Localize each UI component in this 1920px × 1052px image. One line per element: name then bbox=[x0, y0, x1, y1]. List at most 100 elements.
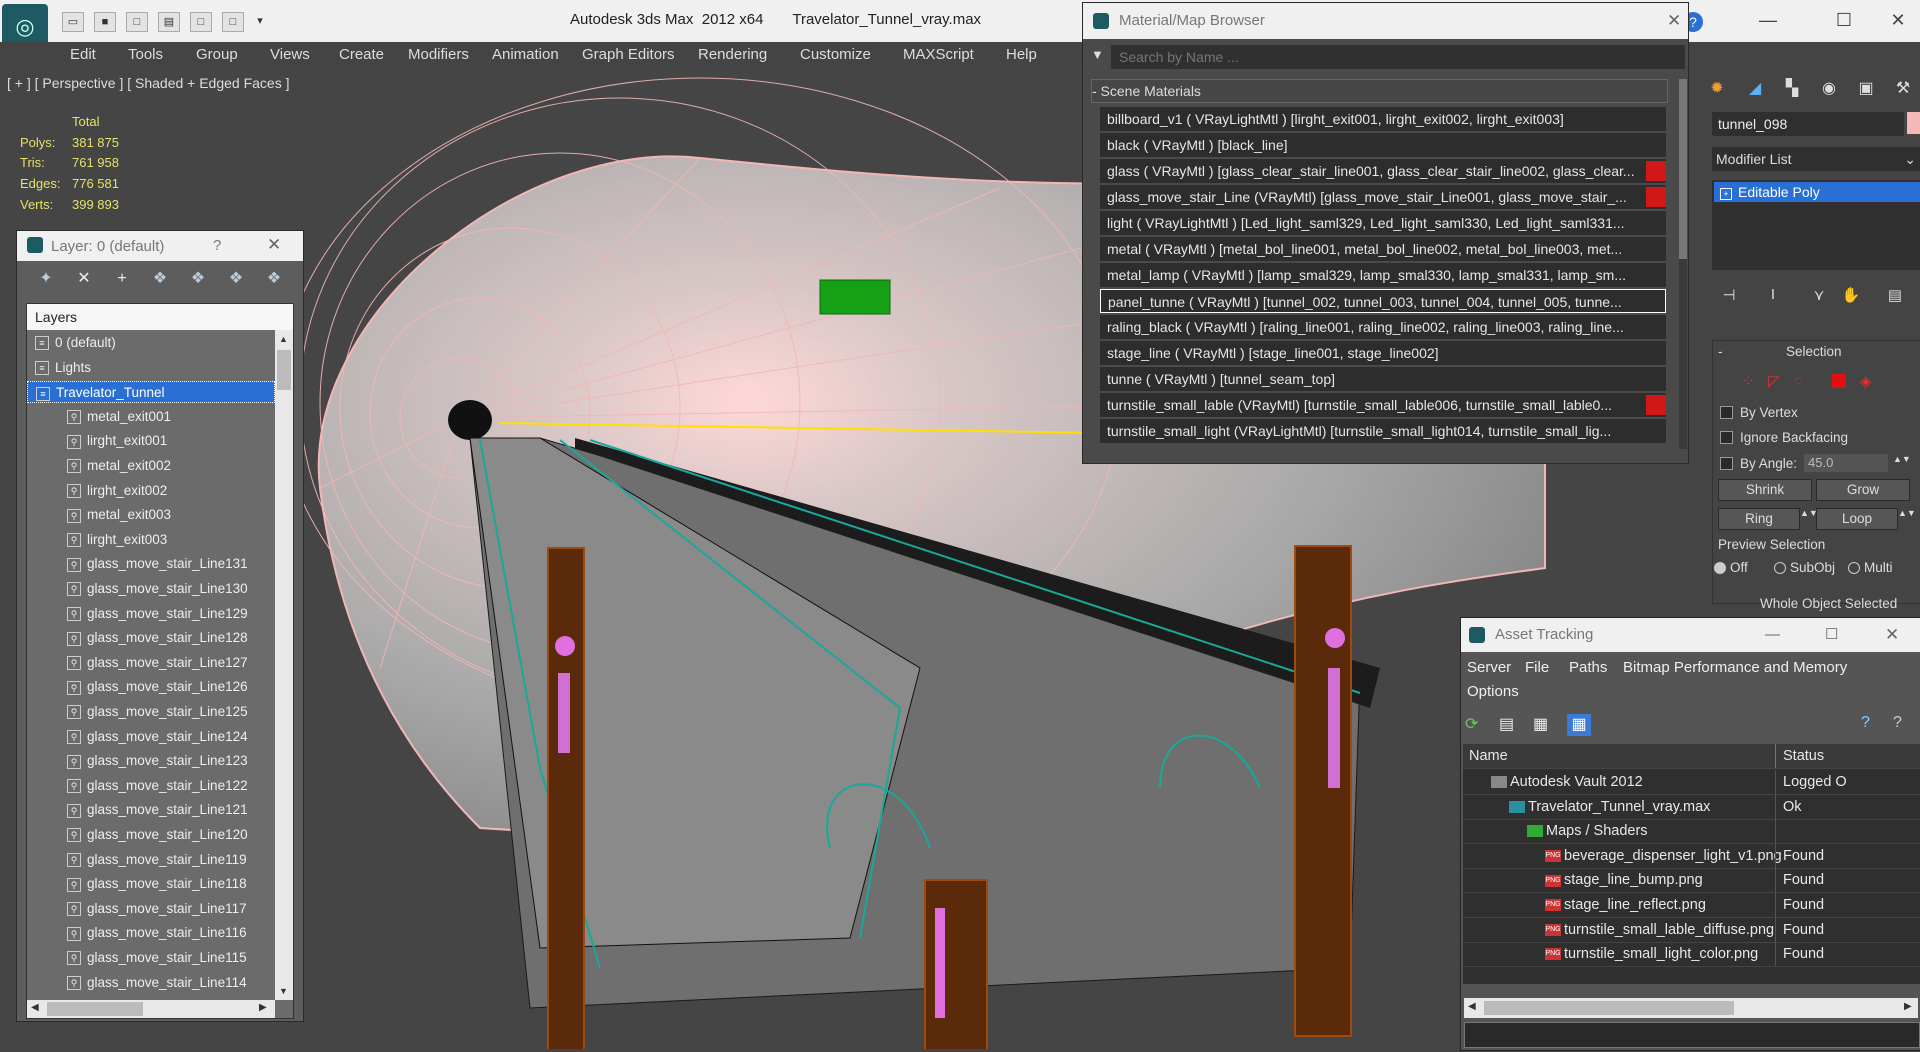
layer-row[interactable]: ⚲ glass_move_stair_Line130 bbox=[27, 578, 275, 600]
asset-close-button[interactable]: ✕ bbox=[1885, 618, 1899, 652]
asset-menu-server[interactable]: Server bbox=[1467, 659, 1511, 676]
material-row[interactable]: metal ( VRayMtl ) [metal_bol_line001, me… bbox=[1100, 237, 1666, 263]
layer-row[interactable]: ⚲ lirght_exit002 bbox=[27, 480, 275, 502]
highlight-layer-icon[interactable]: ❖ bbox=[187, 268, 209, 290]
hscroll-thumb[interactable] bbox=[47, 1002, 143, 1016]
polygon-mode-icon[interactable] bbox=[1832, 374, 1846, 388]
asset-minimize-button[interactable]: — bbox=[1765, 618, 1780, 652]
selection-rollout-title[interactable]: Selection bbox=[1786, 344, 1842, 359]
asset-row[interactable]: PNG turnstile_small_lable_diffuse.png Foun… bbox=[1463, 917, 1920, 943]
layer-row[interactable]: ⚲ glass_move_stair_Line125 bbox=[27, 701, 275, 723]
layer-row[interactable]: ⚲ lirght_exit001 bbox=[27, 430, 275, 452]
layer-row[interactable]: ⚲ glass_move_stair_Line114 bbox=[27, 972, 275, 994]
asset-menu-options[interactable]: Options bbox=[1467, 683, 1519, 700]
material-row[interactable]: light ( VRayLightMtl ) [Led_light_saml32… bbox=[1100, 211, 1666, 237]
loop-spinner-icon[interactable]: ▲▼ bbox=[1898, 508, 1916, 518]
layer-row[interactable]: ⚲ glass_move_stair_Line115 bbox=[27, 947, 275, 969]
layer-row[interactable]: ⚲ glass_move_stair_Line124 bbox=[27, 726, 275, 748]
maximize-button[interactable]: ☐ bbox=[1829, 8, 1859, 32]
asset-menu-paths[interactable]: Paths bbox=[1569, 659, 1607, 676]
by-vertex-checkbox[interactable] bbox=[1720, 406, 1733, 419]
scroll-right-icon[interactable]: ▶ bbox=[1904, 1001, 1912, 1012]
material-row[interactable]: turnstile_small_lable (VRayMtl) [turnsti… bbox=[1100, 393, 1666, 419]
minimize-button[interactable]: — bbox=[1753, 8, 1783, 32]
save-file-icon[interactable]: ■ bbox=[94, 12, 116, 32]
asset-tracking-titlebar[interactable]: Asset Tracking — ☐ ✕ bbox=[1461, 618, 1920, 652]
layer-help-button[interactable]: ? bbox=[213, 237, 221, 254]
hide-all-icon[interactable]: ❖ bbox=[225, 268, 247, 290]
scroll-left-icon[interactable]: ◀ bbox=[1468, 1001, 1476, 1012]
new-layer-icon[interactable]: ✦ bbox=[35, 268, 57, 290]
layer-row[interactable]: ≡ 0 (default) bbox=[27, 332, 275, 354]
viewport-label[interactable]: [ + ] [ Perspective ] [ Shaded + Edged F… bbox=[7, 75, 290, 91]
asset-row[interactable]: Travelator_Tunnel_vray.max Ok bbox=[1463, 794, 1920, 820]
menu-rendering[interactable]: Rendering bbox=[698, 46, 767, 63]
layers-horizontal-scrollbar[interactable]: ◀ ▶ bbox=[27, 1000, 275, 1018]
asset-row[interactable]: Maps / Shaders bbox=[1463, 819, 1920, 845]
material-row[interactable]: billboard_v1 ( VRayLightMtl ) [lirght_ex… bbox=[1100, 107, 1666, 133]
column-status-header[interactable]: Status bbox=[1783, 744, 1824, 768]
scroll-left-icon[interactable]: ◀ bbox=[31, 1002, 39, 1013]
by-angle-checkbox[interactable] bbox=[1720, 457, 1733, 470]
make-unique-icon[interactable]: ⋎ bbox=[1808, 286, 1830, 308]
modifier-stack-item[interactable]: + Editable Poly bbox=[1714, 182, 1920, 202]
layer-row[interactable]: ⚲ glass_move_stair_Line117 bbox=[27, 898, 275, 920]
rollout-collapse-icon[interactable]: - bbox=[1718, 344, 1723, 359]
layer-row[interactable]: ⚲ glass_move_stair_Line121 bbox=[27, 799, 275, 821]
material-row[interactable]: black ( VRayMtl ) [black_line] bbox=[1100, 133, 1666, 159]
add-to-layer-icon[interactable]: + bbox=[111, 268, 133, 290]
table-view-icon[interactable]: ▦ bbox=[1567, 714, 1591, 736]
asset-path-field[interactable] bbox=[1464, 1022, 1920, 1048]
remove-modifier-icon[interactable]: ✋ bbox=[1840, 286, 1862, 308]
open-file-icon[interactable]: ▭ bbox=[62, 12, 84, 32]
layer-row[interactable]: ⚲ glass_move_stair_Line120 bbox=[27, 824, 275, 846]
menu-group[interactable]: Group bbox=[196, 46, 238, 63]
new-file-icon[interactable]: □ bbox=[126, 12, 148, 32]
scroll-right-icon[interactable]: ▶ bbox=[259, 1002, 267, 1013]
scroll-up-icon[interactable]: ▲ bbox=[279, 334, 288, 344]
material-row[interactable]: turnstile_small_light (VRayLightMtl) [tu… bbox=[1100, 419, 1666, 445]
material-row[interactable]: stage_line ( VRayMtl ) [stage_line001, s… bbox=[1100, 341, 1666, 367]
menu-maxscript[interactable]: MAXScript bbox=[903, 46, 974, 63]
spinner-arrows-icon[interactable]: ▲▼ bbox=[1893, 454, 1911, 464]
asset-row[interactable]: Autodesk Vault 2012 Logged O bbox=[1463, 770, 1920, 795]
object-color-swatch[interactable] bbox=[1907, 112, 1920, 134]
layer-row[interactable]: ⚲ metal_exit001 bbox=[27, 406, 275, 428]
list-view-icon[interactable]: ▤ bbox=[1499, 714, 1519, 734]
asset-hscrollbar[interactable]: ◀ ▶ bbox=[1464, 998, 1918, 1018]
layer-row[interactable]: ⚲ glass_move_stair_Line129 bbox=[27, 603, 275, 625]
menu-customize[interactable]: Customize bbox=[800, 46, 871, 63]
layer-row[interactable]: ⚲ metal_exit002 bbox=[27, 455, 275, 477]
select-objects-icon[interactable]: ❖ bbox=[149, 268, 171, 290]
help-options-icon[interactable]: ? bbox=[1893, 714, 1902, 732]
undo-icon[interactable]: □ bbox=[190, 12, 212, 32]
element-mode-icon[interactable]: ◈ bbox=[1860, 372, 1872, 390]
ignore-backfacing-checkbox[interactable] bbox=[1720, 431, 1733, 444]
material-scroll-thumb[interactable] bbox=[1679, 79, 1687, 259]
material-browser-close-button[interactable]: ✕ bbox=[1667, 3, 1681, 39]
menu-animation[interactable]: Animation bbox=[492, 46, 559, 63]
material-row[interactable]: tunne ( VRayMtl ) [tunnel_seam_top] bbox=[1100, 367, 1666, 393]
column-divider[interactable] bbox=[1775, 744, 1776, 768]
scroll-down-icon[interactable]: ▼ bbox=[279, 986, 288, 996]
layer-row[interactable]: ≡ Lights bbox=[27, 357, 275, 379]
layers-vertical-scrollbar[interactable]: ▲ ▼ bbox=[275, 330, 293, 1000]
preview-subobj-radio[interactable] bbox=[1774, 562, 1786, 574]
object-name-field[interactable] bbox=[1712, 112, 1904, 136]
pin-stack-icon[interactable]: ⊣ bbox=[1718, 286, 1740, 308]
preview-multi-radio[interactable] bbox=[1848, 562, 1860, 574]
hold-icon[interactable]: ▤ bbox=[158, 12, 180, 32]
scene-materials-group[interactable]: - Scene Materials bbox=[1091, 79, 1668, 103]
material-row[interactable]: glass_move_stair_Line (VRayMtl) [glass_m… bbox=[1100, 185, 1666, 211]
layer-row[interactable]: ⚲ lirght_exit003 bbox=[27, 529, 275, 551]
create-tab-icon[interactable]: ✹ bbox=[1704, 76, 1730, 102]
layer-row[interactable]: ⚲ glass_move_stair_Line128 bbox=[27, 627, 275, 649]
material-row[interactable]: raling_black ( VRayMtl ) [raling_line001… bbox=[1100, 315, 1666, 341]
freeze-all-icon[interactable]: ❖ bbox=[263, 268, 285, 290]
menu-modifiers[interactable]: Modifiers bbox=[408, 46, 469, 63]
asset-row[interactable]: PNG beverage_dispenser_light_v1.png Found bbox=[1463, 843, 1920, 869]
ring-button[interactable]: Ring bbox=[1718, 508, 1800, 530]
layer-row[interactable]: ⚲ glass_move_stair_Line116 bbox=[27, 922, 275, 944]
edge-mode-icon[interactable]: ◸ bbox=[1768, 372, 1780, 390]
asset-menu-bitmap-performance[interactable]: Bitmap Performance and Memory bbox=[1623, 659, 1847, 676]
